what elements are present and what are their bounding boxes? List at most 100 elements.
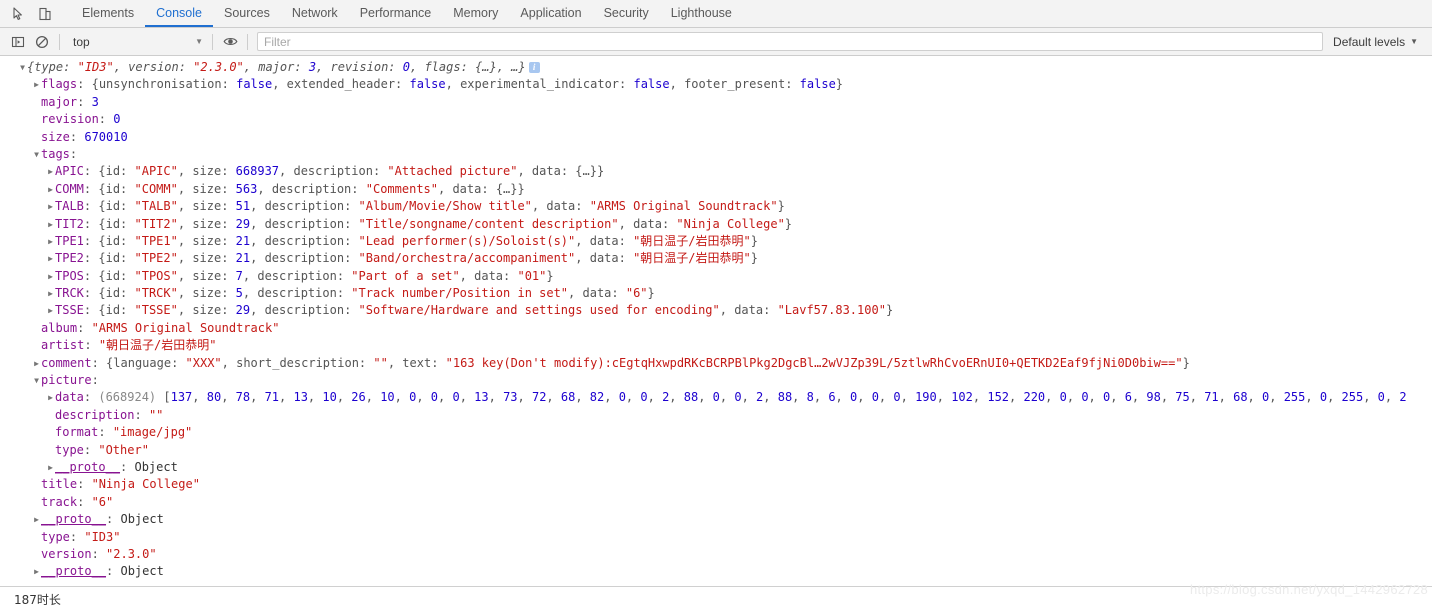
console-line[interactable]: ▶ TALB: {id: "TALB", size: 51, descriptio… bbox=[0, 198, 1432, 215]
console-token: , bbox=[365, 390, 381, 405]
console-line[interactable]: ▶ flags: {unsynchronisation: false, exten… bbox=[0, 76, 1432, 93]
expand-triangle-closed-icon[interactable]: ▶ bbox=[46, 250, 55, 267]
console-token: : bbox=[763, 303, 778, 318]
expand-triangle-closed-icon[interactable]: ▶ bbox=[46, 163, 55, 180]
console-line[interactable]: ▶ TPE1: {id: "TPE1", size: 21, descriptio… bbox=[0, 233, 1432, 250]
console-line[interactable]: ▶ TSSE: {id: "TSSE", size: 29, descriptio… bbox=[0, 302, 1432, 319]
console-token: : bbox=[69, 146, 78, 161]
console-line[interactable]: ▼ picture: bbox=[0, 372, 1432, 389]
console-token: : bbox=[120, 459, 135, 474]
tab-network[interactable]: Network bbox=[281, 0, 349, 27]
console-token: 29 bbox=[235, 303, 251, 318]
console-line[interactable]: ▶ TPE2: {id: "TPE2", size: 21, descriptio… bbox=[0, 250, 1432, 267]
console-token: "2.3.0" bbox=[193, 60, 244, 74]
tab-console[interactable]: Console bbox=[145, 0, 213, 27]
console-line[interactable]: ▶ __proto__: Object bbox=[0, 563, 1432, 580]
console-token: : bbox=[83, 442, 99, 457]
tab-security[interactable]: Security bbox=[593, 0, 660, 27]
console-token: false bbox=[633, 77, 670, 92]
console-token: : bbox=[120, 164, 135, 179]
expand-triangle-closed-icon[interactable]: ▶ bbox=[46, 198, 55, 215]
console-line[interactable]: ▼ tags: bbox=[0, 146, 1432, 163]
expand-triangle-closed-icon[interactable]: ▶ bbox=[32, 511, 41, 528]
expand-triangle-closed-icon[interactable]: ▶ bbox=[32, 563, 41, 580]
console-token: "Track number/Position in set" bbox=[351, 286, 569, 301]
expand-triangle-closed-icon[interactable]: ▶ bbox=[32, 355, 41, 372]
console-line[interactable]: ▶format: "image/jpg" bbox=[0, 424, 1432, 441]
console-token: , bbox=[221, 390, 236, 405]
log-levels-dropdown[interactable]: Default levels ▼ bbox=[1327, 35, 1426, 49]
console-token: size bbox=[41, 129, 70, 144]
console-token: "Ninja College" bbox=[676, 216, 785, 231]
expand-triangle-open-icon[interactable]: ▼ bbox=[32, 146, 41, 163]
console-token: data bbox=[55, 390, 84, 405]
console-token: , bbox=[1045, 390, 1060, 405]
console-line[interactable]: ▶ __proto__: Object bbox=[0, 459, 1432, 476]
console-token: 137 bbox=[170, 390, 193, 405]
console-line[interactable]: ▶version: "2.3.0" bbox=[0, 546, 1432, 563]
tab-application[interactable]: Application bbox=[509, 0, 592, 27]
execution-context-select[interactable]: top ▼ bbox=[65, 32, 207, 52]
console-line[interactable]: ▶major: 3 bbox=[0, 94, 1432, 111]
console-token: 0 bbox=[1377, 390, 1385, 405]
console-token: , bbox=[242, 286, 258, 301]
console-token: 98 bbox=[1146, 390, 1161, 405]
console-line[interactable]: ▶type: "Other" bbox=[0, 442, 1432, 459]
console-token: language bbox=[113, 355, 172, 370]
tab-elements[interactable]: Elements bbox=[71, 0, 145, 27]
console-token: 71 bbox=[1204, 390, 1219, 405]
tab-memory[interactable]: Memory bbox=[442, 0, 509, 27]
console-line[interactable]: ▶ TPOS: {id: "TPOS", size: 7, description… bbox=[0, 268, 1432, 285]
console-line[interactable]: ▶ COMM: {id: "COMM", size: 563, descripti… bbox=[0, 181, 1432, 198]
console-line[interactable]: ▶ TRCK: {id: "TRCK", size: 5, description… bbox=[0, 285, 1432, 302]
expand-triangle-closed-icon[interactable]: ▶ bbox=[46, 285, 55, 302]
console-line[interactable]: ▶size: 670010 bbox=[0, 129, 1432, 146]
expand-triangle-closed-icon[interactable]: ▶ bbox=[46, 302, 55, 319]
clear-console-icon[interactable] bbox=[30, 30, 54, 54]
console-token: 51 bbox=[235, 199, 251, 214]
filter-input[interactable]: Filter bbox=[257, 32, 1324, 51]
expand-triangle-closed-icon[interactable]: ▶ bbox=[32, 76, 41, 93]
console-line[interactable]: ▶track: "6" bbox=[0, 494, 1432, 511]
console-line[interactable]: ▶ comment: {language: "XXX", short_descri… bbox=[0, 355, 1432, 372]
console-token: : bbox=[618, 233, 634, 248]
expand-triangle-open-icon[interactable]: ▼ bbox=[32, 372, 41, 389]
expand-triangle-closed-icon[interactable]: ▶ bbox=[46, 233, 55, 250]
console-line[interactable]: ▶description: "" bbox=[0, 407, 1432, 424]
tree-indent-spacer: ▶ bbox=[46, 442, 55, 459]
inspect-element-icon[interactable] bbox=[6, 1, 32, 27]
console-line[interactable]: ▶artist: "朝日温子/岩田恭明" bbox=[0, 337, 1432, 354]
expand-triangle-open-icon[interactable]: ▼ bbox=[18, 59, 27, 76]
console-token: : bbox=[221, 77, 237, 92]
expand-triangle-closed-icon[interactable]: ▶ bbox=[46, 459, 55, 476]
console-line[interactable]: ▶ TIT2: {id: "TIT2", size: 29, descriptio… bbox=[0, 216, 1432, 233]
console-line[interactable]: ▶revision: 0 bbox=[0, 111, 1432, 128]
device-toolbar-icon[interactable] bbox=[32, 1, 58, 27]
expand-triangle-closed-icon[interactable]: ▶ bbox=[46, 268, 55, 285]
console-token: type bbox=[41, 529, 70, 544]
console-line[interactable]: ▶ APIC: {id: "APIC", size: 668937, descri… bbox=[0, 163, 1432, 180]
expand-triangle-closed-icon[interactable]: ▶ bbox=[46, 181, 55, 198]
info-badge-icon[interactable]: i bbox=[528, 62, 540, 73]
console-line[interactable]: ▼ {type: "ID3", version: "2.3.0", major: … bbox=[0, 59, 1432, 76]
tab-performance[interactable]: Performance bbox=[349, 0, 443, 27]
expand-triangle-closed-icon[interactable]: ▶ bbox=[46, 216, 55, 233]
console-output-panel[interactable]: ▼ {type: "ID3", version: "2.3.0", major: … bbox=[0, 56, 1432, 586]
console-sidebar-icon[interactable] bbox=[6, 30, 30, 54]
console-token: , bbox=[1009, 390, 1024, 405]
console-token: 2 bbox=[1399, 390, 1407, 405]
tab-sources[interactable]: Sources bbox=[213, 0, 281, 27]
console-token: 78 bbox=[235, 390, 251, 405]
tab-lighthouse[interactable]: Lighthouse bbox=[660, 0, 743, 27]
console-token: , bbox=[835, 390, 850, 405]
console-line[interactable]: ▶ data: (668924) [137, 80, 78, 71, 13, 10… bbox=[0, 389, 1432, 406]
console-line[interactable]: ▶ __proto__: Object bbox=[0, 511, 1432, 528]
console-line[interactable]: ▶type: "ID3" bbox=[0, 529, 1432, 546]
console-token: : bbox=[344, 251, 359, 266]
live-expression-icon[interactable] bbox=[218, 30, 242, 54]
console-token: "Software/Hardware and settings used for… bbox=[358, 303, 720, 318]
console-token: : bbox=[221, 286, 236, 301]
expand-triangle-closed-icon[interactable]: ▶ bbox=[46, 389, 55, 406]
console-line[interactable]: ▶title: "Ninja College" bbox=[0, 476, 1432, 493]
console-line[interactable]: ▶album: "ARMS Original Soundtrack" bbox=[0, 320, 1432, 337]
